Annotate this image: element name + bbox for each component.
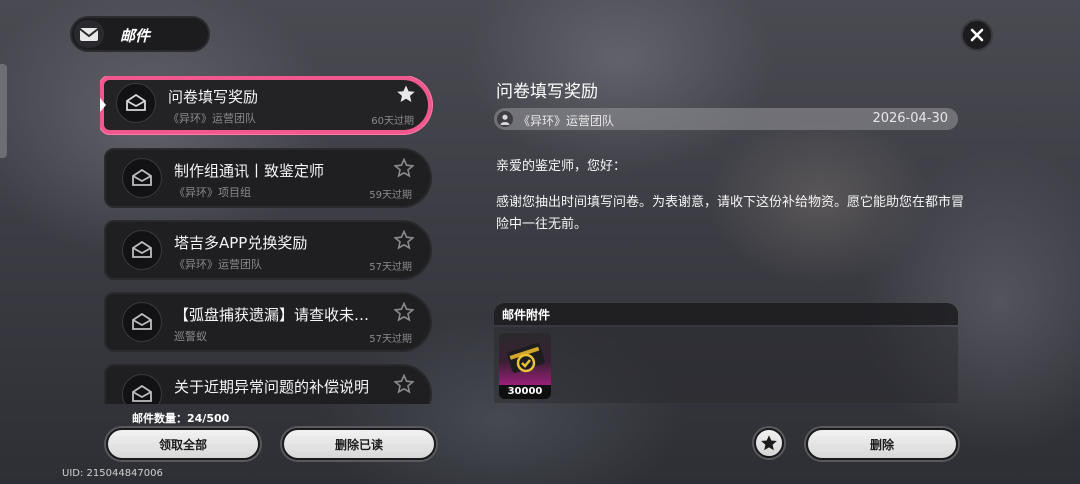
envelope-open-icon: [122, 158, 162, 198]
mail-title: 问卷填写奖励: [168, 88, 259, 106]
mail-title: 【弧盘捕获遗漏】请查收未…: [174, 306, 370, 324]
close-button[interactable]: [961, 19, 993, 51]
mail-count: 邮件数量：24/500: [132, 410, 229, 426]
side-edge-tab[interactable]: [0, 64, 7, 158]
mail-greeting: 亲爱的鉴定师，您好：: [496, 159, 627, 174]
mail-item[interactable]: 塔吉多APP兑换奖励 《异环》运营团队 57天过期: [104, 220, 432, 280]
delete-read-label: 删除已读: [334, 437, 383, 452]
mail-item[interactable]: 制作组通讯丨致鉴定师 《异环》项目组 59天过期: [104, 148, 432, 208]
mail-item[interactable]: 关于近期异常问题的补偿说明: [104, 364, 432, 404]
mail-sender: 《异环》运营团队: [168, 112, 256, 125]
gold-coin-card-icon: [499, 333, 551, 385]
mail-header-icon: [74, 20, 104, 48]
detail-date: 2026-04-30: [872, 111, 948, 126]
mail-count-value: 24/500: [187, 412, 230, 425]
close-icon: [970, 28, 984, 42]
mail-title: 制作组通讯丨致鉴定师: [174, 162, 325, 180]
delete-read-button[interactable]: 删除已读: [282, 428, 436, 460]
attachment-quantity: 30000: [499, 385, 551, 399]
mail-expiry: 57天过期: [369, 334, 412, 345]
star-filled-icon[interactable]: [396, 84, 416, 104]
attachments-label: 邮件附件: [502, 308, 551, 322]
star-outline-icon[interactable]: [394, 374, 414, 394]
mail-sender: 《异环》运营团队: [174, 258, 262, 271]
mail-title: 关于近期异常问题的补偿说明: [174, 378, 370, 396]
envelope-open-icon: [122, 302, 162, 342]
mail-count-label: 邮件数量：: [132, 412, 187, 425]
envelope-open-icon: [122, 230, 162, 270]
detail-sender: 《异环》运营团队: [518, 114, 615, 128]
star-outline-icon[interactable]: [394, 302, 414, 322]
envelope-open-icon: [116, 83, 156, 123]
claim-all-button[interactable]: 领取全部: [106, 428, 260, 460]
mail-sender: 巡警蚁: [174, 330, 207, 343]
favorite-button[interactable]: [754, 428, 784, 458]
uid-label: UID: 215044847006: [62, 468, 163, 479]
user-icon: [497, 111, 513, 127]
star-outline-icon[interactable]: [394, 230, 414, 250]
attachments-panel: 30000: [494, 327, 958, 403]
envelope-open-icon: [122, 374, 162, 404]
mail-header: 邮件: [70, 16, 210, 52]
selection-indicator: [100, 98, 106, 112]
mail-expiry: 59天过期: [369, 190, 412, 201]
mail-list[interactable]: 问卷填写奖励 《异环》运营团队 60天过期 制作组通讯丨致鉴定师 《异环》项目组…: [100, 76, 434, 404]
mail-sender: 《异环》项目组: [174, 186, 251, 199]
star-icon: [761, 435, 777, 451]
claim-all-label: 领取全部: [158, 437, 207, 452]
sender-bar: 《异环》运营团队 2026-04-30: [494, 108, 958, 130]
star-outline-icon[interactable]: [394, 158, 414, 178]
mail-expiry: 60天过期: [371, 116, 414, 127]
page-title: 邮件: [120, 27, 151, 45]
mail-expiry: 57天过期: [369, 262, 412, 273]
mail-body: 感谢您抽出时间填写问卷。为表谢意，请收下这份补给物资。愿它能助您在都市冒险中一往…: [496, 195, 965, 232]
attachment-item[interactable]: 30000: [499, 333, 551, 399]
mail-title: 塔吉多APP兑换奖励: [174, 234, 308, 252]
mail-item[interactable]: 【弧盘捕获遗漏】请查收未… 巡警蚁 57天过期: [104, 292, 432, 352]
delete-button[interactable]: 删除: [806, 428, 958, 460]
mail-item-selected[interactable]: 问卷填写奖励 《异环》运营团队 60天过期: [100, 76, 432, 134]
attachments-header: 邮件附件: [494, 303, 958, 325]
delete-label: 删除: [869, 437, 894, 452]
detail-title: 问卷填写奖励: [496, 82, 598, 102]
